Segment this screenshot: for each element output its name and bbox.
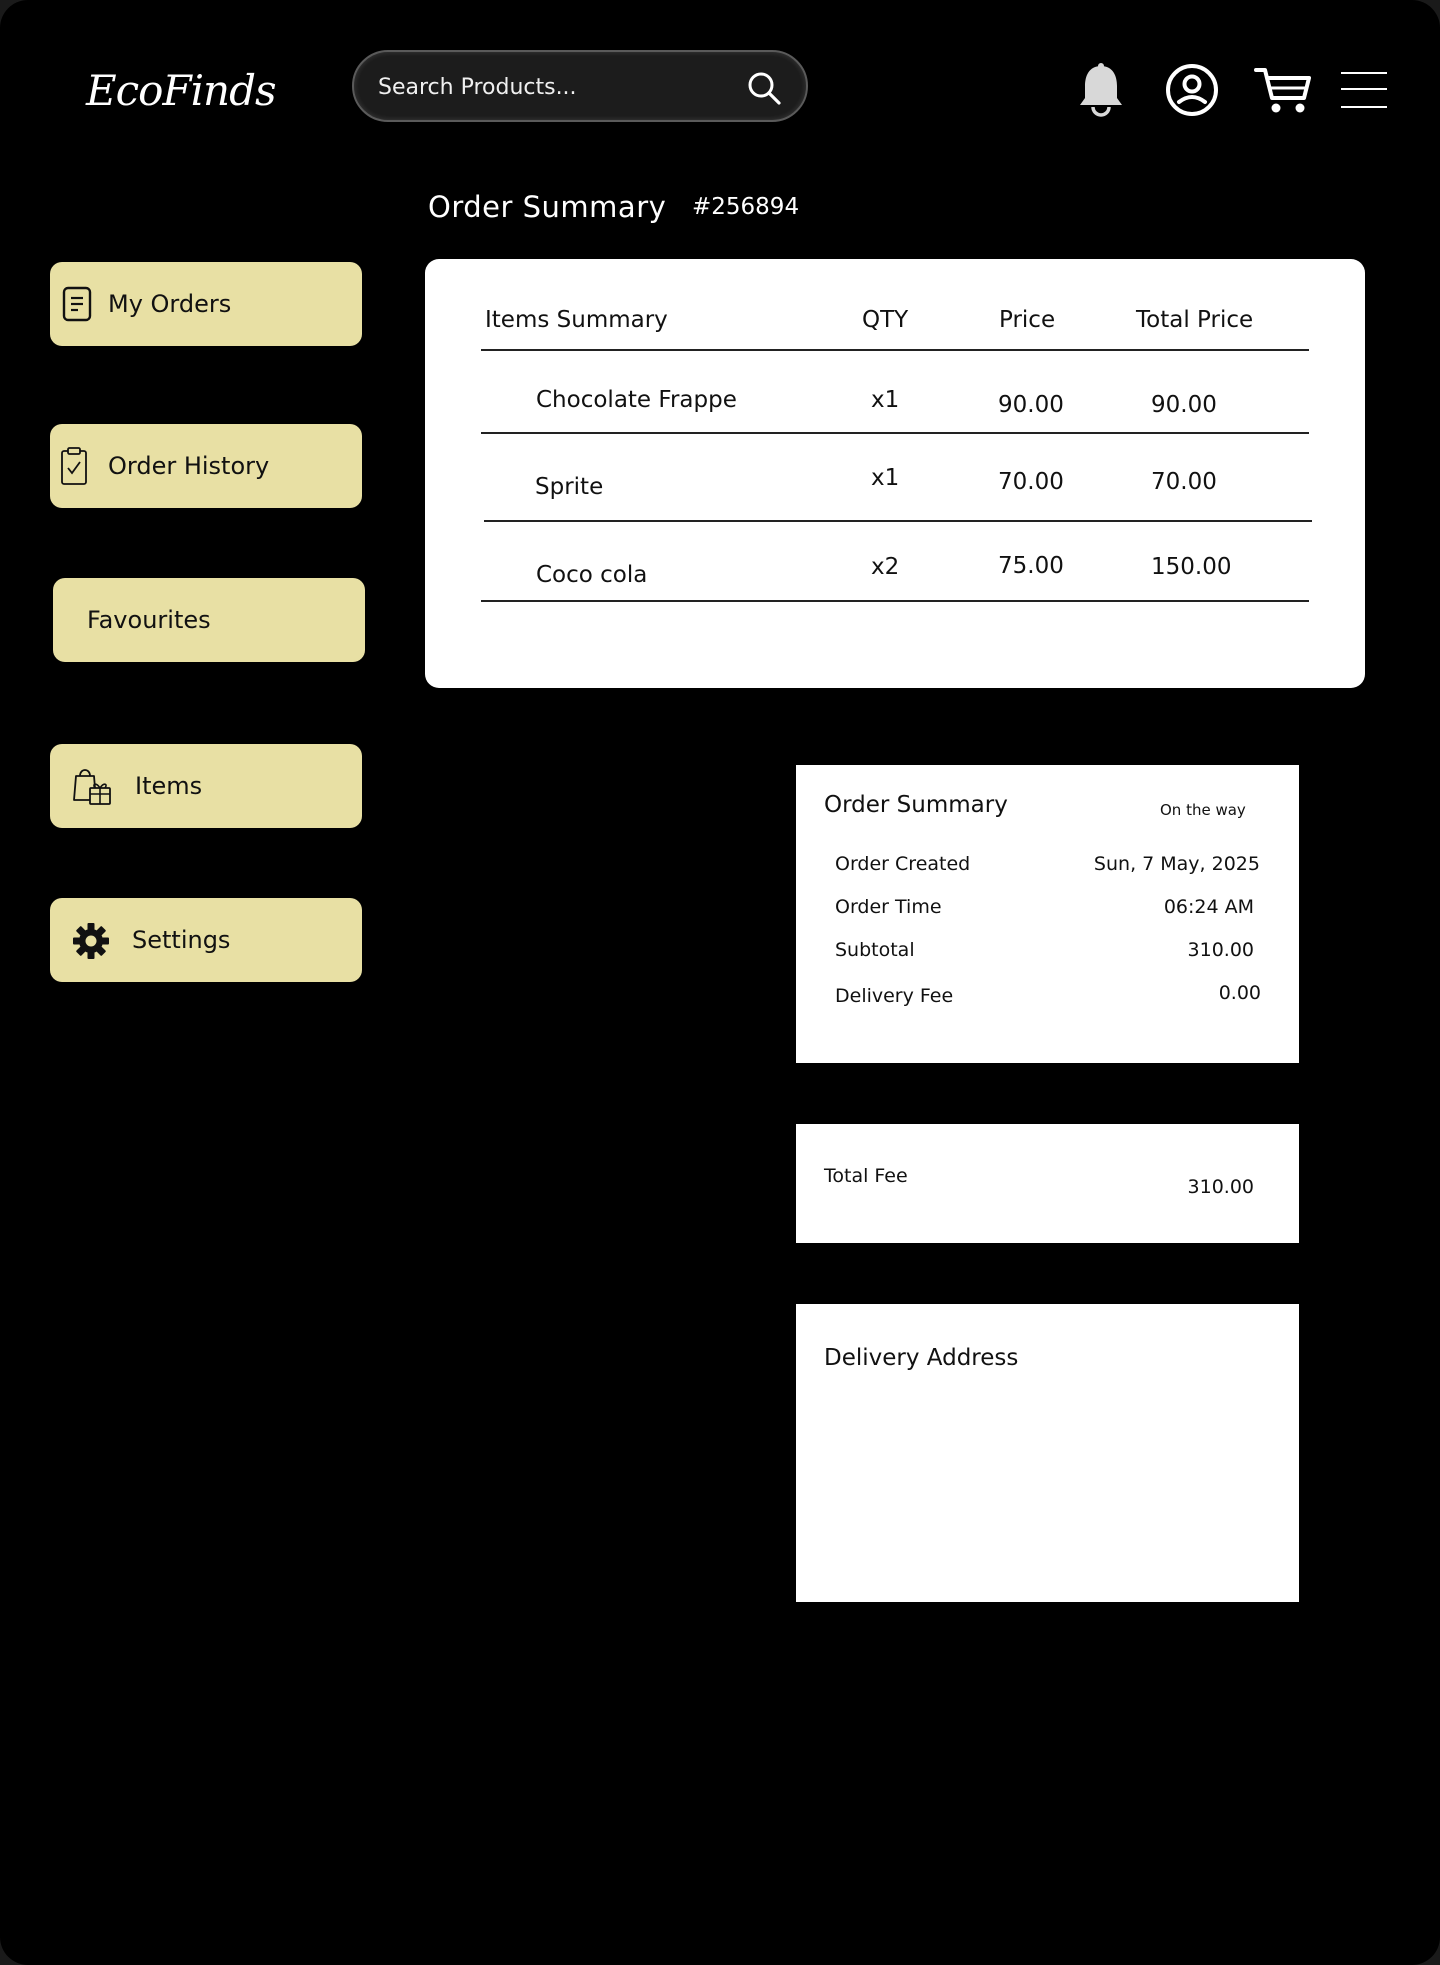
subtotal-value: 310.00 [1187, 939, 1254, 961]
order-status: On the way [1160, 801, 1246, 819]
user-profile-icon[interactable] [1164, 62, 1220, 118]
delivery-fee-value: 0.00 [1218, 982, 1261, 1004]
sidebar-item-label: Order History [108, 452, 270, 480]
shopping-bags-icon [73, 769, 111, 805]
gear-icon [73, 923, 109, 959]
cart-icon[interactable] [1254, 64, 1312, 116]
column-header-items: Items Summary [485, 307, 668, 333]
delivery-address-title: Delivery Address [824, 1345, 1019, 1371]
sidebar-item-label: Items [135, 772, 203, 800]
search-bar[interactable] [352, 50, 808, 122]
search-icon[interactable] [746, 70, 782, 106]
subtotal-label: Subtotal [835, 939, 915, 961]
total-fee-label: Total Fee [824, 1165, 908, 1187]
divider [481, 600, 1309, 602]
total-fee-value: 310.00 [1187, 1176, 1254, 1198]
item-total: 150.00 [1151, 554, 1232, 580]
order-time-label: Order Time [835, 896, 942, 918]
item-name: Sprite [535, 474, 604, 500]
item-total: 70.00 [1151, 469, 1217, 495]
app-window: EcoFinds Order Summary #256894 [0, 0, 1440, 1965]
sidebar-item-items[interactable]: Items [50, 744, 362, 828]
item-price: 75.00 [998, 553, 1064, 579]
item-name: Chocolate Frappe [536, 387, 737, 413]
column-header-price: Price [999, 307, 1056, 333]
divider [481, 349, 1309, 351]
item-name: Coco cola [536, 562, 648, 588]
clipboard-check-icon [61, 447, 87, 485]
item-qty: x1 [871, 465, 900, 491]
order-summary-title: Order Summary [824, 792, 1008, 818]
column-header-qty: QTY [862, 307, 909, 333]
item-total: 90.00 [1151, 392, 1217, 418]
item-qty: x2 [871, 554, 900, 580]
sidebar-item-label: My Orders [108, 290, 232, 318]
order-summary-panel: Order Summary On the way Order Created S… [796, 765, 1299, 1063]
delivery-fee-label: Delivery Fee [835, 985, 954, 1007]
divider [484, 520, 1312, 522]
search-input[interactable] [376, 66, 740, 108]
bell-icon[interactable] [1076, 62, 1126, 118]
hamburger-menu-icon[interactable] [1340, 70, 1388, 110]
item-price: 90.00 [998, 392, 1064, 418]
order-id: #256894 [692, 194, 800, 220]
item-price: 70.00 [998, 469, 1064, 495]
sidebar-item-label: Favourites [87, 606, 211, 634]
sidebar-item-favourites[interactable]: Favourites [53, 578, 365, 662]
sidebar-item-settings[interactable]: Settings [50, 898, 362, 982]
receipt-icon [62, 286, 92, 322]
order-created-label: Order Created [835, 853, 971, 875]
sidebar-item-order-history[interactable]: Order History [50, 424, 362, 508]
sidebar-item-my-orders[interactable]: My Orders [50, 262, 362, 346]
column-header-total-price: Total Price [1136, 307, 1254, 333]
delivery-address-panel: Delivery Address [796, 1304, 1299, 1602]
order-time-value: 06:24 AM [1163, 896, 1254, 918]
sidebar-item-label: Settings [132, 926, 231, 954]
item-qty: x1 [871, 387, 900, 413]
order-created-value: Sun, 7 May, 2025 [1093, 853, 1260, 875]
items-summary-card: Items Summary QTY Price Total Price Choc… [425, 259, 1365, 688]
page-title: Order Summary [428, 190, 667, 224]
logo[interactable]: EcoFinds [86, 66, 277, 115]
total-fee-panel: Total Fee 310.00 [796, 1124, 1299, 1243]
divider [481, 432, 1309, 434]
